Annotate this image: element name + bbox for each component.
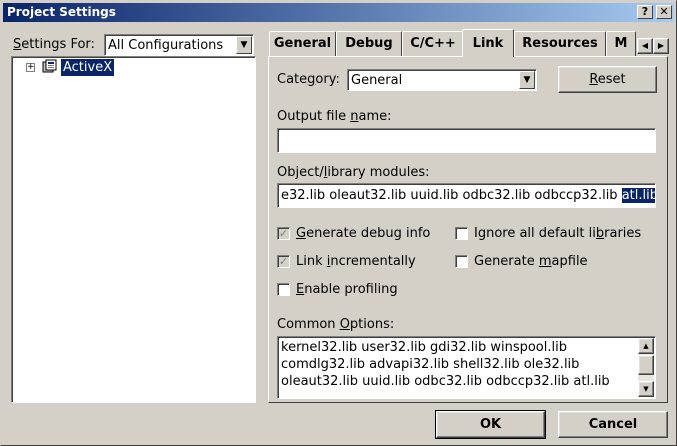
settings-for-value: All Configurations [108,38,224,53]
modules-input[interactable]: e32.lib oleaut32.lib uuid.lib odbc32.lib… [277,183,656,208]
close-icon: ✕ [659,5,669,18]
chevron-down-icon: ▼ [523,75,531,85]
generate-mapfile-label: Generate mapfile [474,254,588,269]
tab-more[interactable]: M [606,31,636,56]
common-options-scrollbar[interactable]: ▲ ▼ [638,338,654,397]
cancel-label: Cancel [588,417,638,432]
title-bar[interactable]: Project Settings ? ✕ [3,3,674,22]
chevron-down-icon: ▼ [240,40,248,50]
project-icon [42,59,58,75]
enable-profiling-label: Enable profiling [296,282,398,297]
tab-resources[interactable]: Resources [514,31,606,56]
generate-debug-info-label: Generate debug info [296,226,431,241]
generate-mapfile-checkbox[interactable] [455,255,468,268]
settings-for-dropdown[interactable]: All Configurations ▼ [104,34,254,56]
modules-text: e32.lib oleaut32.lib uuid.lib odbc32.lib… [281,188,656,203]
modules-selected-text: atl.lib [621,188,656,203]
tab-label: C/C++ [410,36,456,51]
tree-item-label: ActiveX [63,60,113,75]
tree-item-activex[interactable]: ActiveX [61,59,115,76]
ok-button[interactable]: OK [435,410,546,439]
cancel-button[interactable]: Cancel [558,411,668,438]
tab-label: General [273,36,332,51]
tab-label: Link [472,36,504,51]
tab-scroll-right-button[interactable]: ▶ [653,38,669,54]
project-tree[interactable]: + ActiveX [11,56,256,403]
tab-debug[interactable]: Debug [336,31,402,56]
modules-label: Object/library modules: [277,165,430,180]
tab-general[interactable]: General [269,31,336,56]
window-title: Project Settings [7,5,116,19]
tab-label: Debug [345,36,393,51]
tab-link[interactable]: Link [462,29,514,57]
chevron-right-icon: ▶ [657,41,665,50]
output-file-input[interactable] [277,128,656,153]
reset-button[interactable]: Reset [558,66,657,93]
scroll-up-button[interactable]: ▲ [638,338,654,354]
common-options-textarea[interactable]: kernel32.lib user32.lib gdi32.lib winspo… [277,336,656,399]
common-options-line: oleaut32.lib uuid.lib odbc32.lib odbccp3… [281,374,610,389]
category-value: General [351,73,403,88]
ignore-default-libs-label: Ignore all default libraries [474,226,642,241]
tree-expand-toggle[interactable]: + [26,63,35,72]
category-dropdown-arrow[interactable]: ▼ [519,71,535,89]
output-file-label: Output file name: [277,109,392,124]
ignore-default-libs-checkbox[interactable] [455,227,468,240]
chevron-left-icon: ◀ [641,41,649,50]
tab-label: Resources [522,36,598,51]
enable-profiling-checkbox[interactable] [277,283,290,296]
project-settings-dialog: Project Settings ? ✕ Settings For: All C… [0,0,677,446]
tab-c-cpp[interactable]: C/C++ [402,31,464,56]
common-options-line: kernel32.lib user32.lib gdi32.lib winspo… [281,340,567,355]
generate-debug-info-checkbox[interactable]: ✓ [277,227,290,240]
scroll-thumb[interactable] [638,355,654,375]
link-incrementally-checkbox[interactable]: ✓ [277,255,290,268]
scroll-down-button[interactable]: ▼ [638,381,654,397]
close-button[interactable]: ✕ [656,5,672,19]
common-options-label: Common Options: [277,317,395,332]
settings-for-dropdown-arrow[interactable]: ▼ [236,36,252,54]
ok-label: OK [479,417,502,432]
settings-for-label: Settings For: [13,37,95,52]
help-button[interactable]: ? [637,5,653,19]
arrow-up-icon: ▲ [643,342,649,350]
modules-value: e32.lib oleaut32.lib uuid.lib odbc32.lib… [281,188,622,203]
common-options-line: comdlg32.lib advapi32.lib shell32.lib ol… [281,357,580,372]
common-options-text: kernel32.lib user32.lib gdi32.lib winspo… [281,339,610,390]
category-dropdown[interactable]: General ▼ [347,69,537,91]
tab-label: M [614,36,628,51]
category-label: Category: [277,72,340,87]
arrow-down-icon: ▼ [643,385,649,393]
help-icon: ? [641,5,649,18]
plus-icon: + [27,62,35,72]
link-incrementally-label: Link incrementally [296,254,416,269]
tab-scroll-left-button[interactable]: ◀ [637,38,653,54]
